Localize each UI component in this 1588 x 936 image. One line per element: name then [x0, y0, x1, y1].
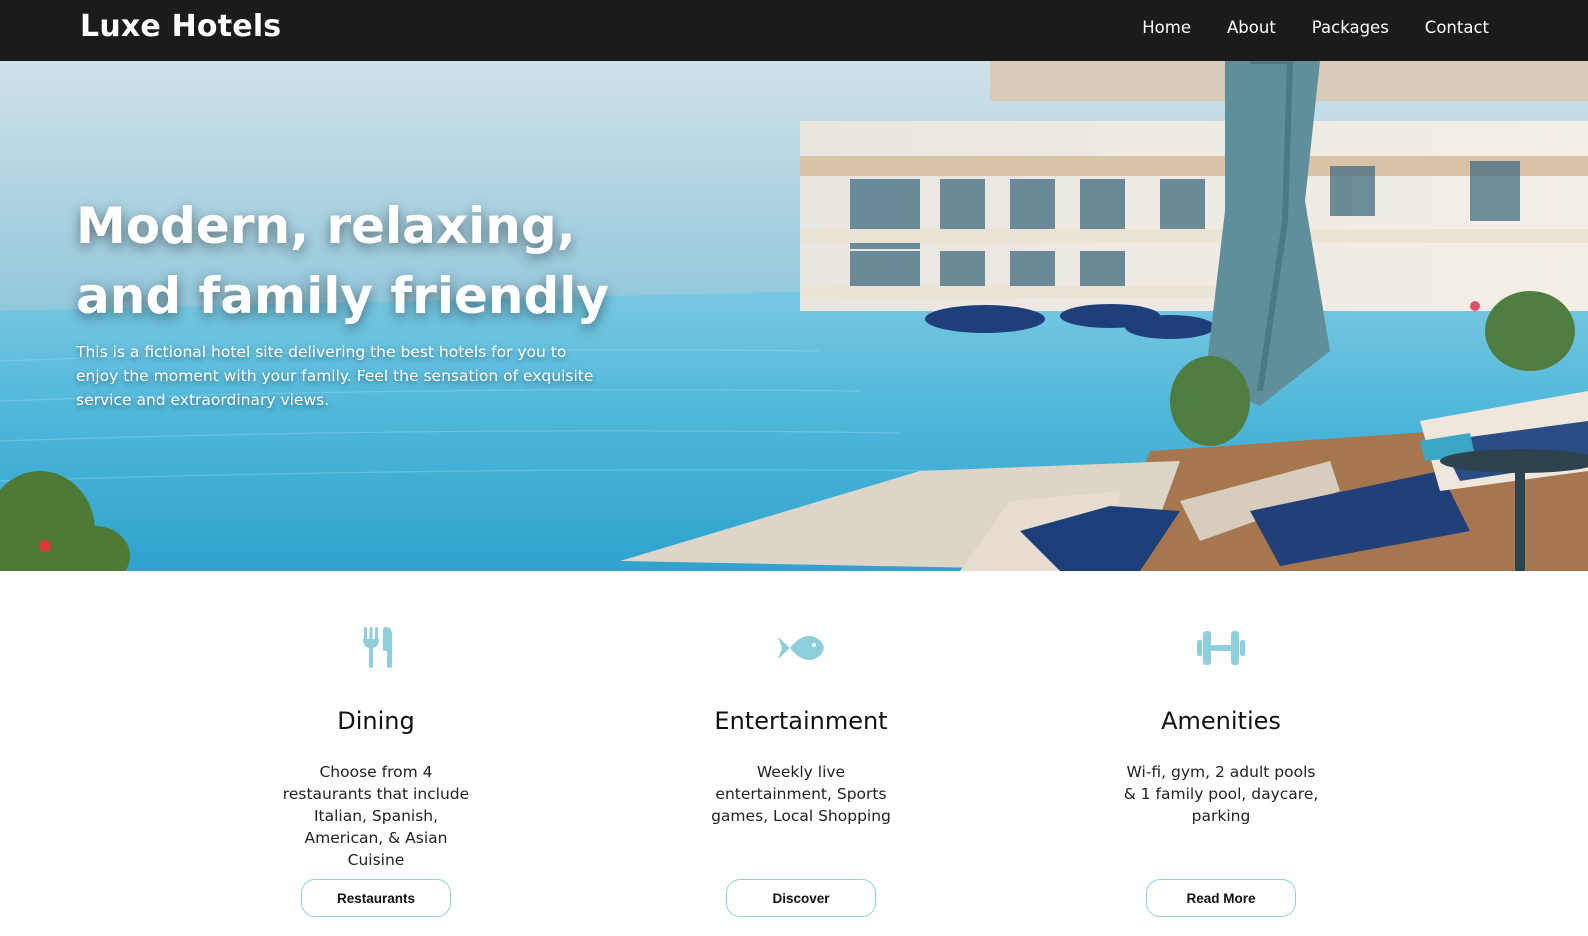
- feature-dining-title: Dining: [337, 707, 415, 735]
- feature-dining-text: Choose from 4 restaurants that include I…: [282, 763, 470, 869]
- restaurants-button[interactable]: Restaurants: [301, 879, 451, 917]
- hero-title: Modern, relaxing, and family friendly: [76, 191, 696, 331]
- brand-logo[interactable]: Luxe Hotels: [80, 9, 281, 44]
- utensils-icon: [363, 627, 392, 668]
- dumbbell-icon: [1197, 631, 1245, 665]
- feature-amenities-title: Amenities: [1161, 707, 1281, 735]
- navbar: Luxe Hotels Home About Packages Contact: [0, 0, 1588, 61]
- nav-links: Home About Packages Contact: [1142, 18, 1489, 37]
- feature-entertainment-title: Entertainment: [714, 707, 888, 735]
- feature-amenities-text: Wi-fi, gym, 2 adult pools & 1 family poo…: [1123, 763, 1319, 825]
- nav-about-link[interactable]: About: [1227, 18, 1276, 37]
- read-more-button[interactable]: Read More: [1146, 879, 1296, 917]
- nav-contact-link[interactable]: Contact: [1425, 18, 1489, 37]
- hero-description: This is a fictional hotel site deliverin…: [76, 343, 594, 409]
- hero-title-line1: Modern, relaxing,: [76, 197, 576, 255]
- feature-entertainment-text: Weekly live entertainment, Sports games,…: [711, 763, 891, 825]
- fish-icon: [778, 635, 824, 661]
- discover-button[interactable]: Discover: [726, 879, 876, 917]
- hero-title-line2: and family friendly: [76, 267, 609, 325]
- hero-section: Modern, relaxing, and family friendly Th…: [0, 61, 1588, 571]
- features-section: Dining Choose from 4 restaurants that in…: [0, 571, 1588, 936]
- nav-home-link[interactable]: Home: [1142, 18, 1191, 37]
- nav-packages-link[interactable]: Packages: [1312, 18, 1389, 37]
